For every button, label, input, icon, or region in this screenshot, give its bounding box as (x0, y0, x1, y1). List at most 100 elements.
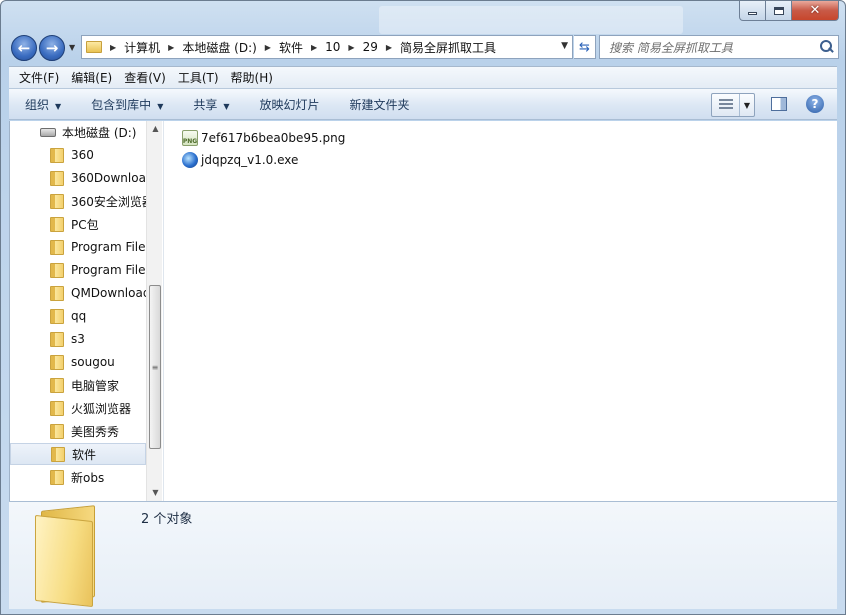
chevron-right-icon[interactable]: ▶ (110, 43, 116, 52)
breadcrumb-software[interactable]: 软件 (279, 39, 303, 56)
address-dropdown-icon[interactable]: ▼ (561, 41, 568, 51)
tree-item-folder[interactable]: 360 (10, 144, 146, 166)
tree-item-folder[interactable]: 360安全浏览器 (10, 190, 146, 212)
include-in-library-button[interactable]: 包含到库中 ▼ (75, 96, 177, 113)
search-input[interactable]: 搜索 简易全屏抓取工具 (609, 39, 816, 56)
menu-help[interactable]: 帮助(H) (225, 69, 279, 86)
chevron-right-icon[interactable]: ▶ (348, 43, 354, 52)
help-icon[interactable]: ? (806, 95, 824, 113)
menu-tools[interactable]: 工具(T) (172, 69, 225, 86)
breadcrumb-current[interactable]: 简易全屏抓取工具 (400, 39, 496, 56)
caption-buttons: ✕ (739, 1, 839, 21)
chevron-down-icon[interactable]: ▼ (740, 101, 754, 110)
tree-item-folder[interactable]: 360Downloads (10, 167, 146, 189)
tree-item-folder[interactable]: QMDownload (10, 282, 146, 304)
menu-view[interactable]: 查看(V) (118, 69, 172, 86)
tree-item-folder[interactable]: sougou (10, 351, 146, 373)
chevron-down-icon: ▼ (55, 101, 62, 111)
forward-arrow-icon: → (45, 39, 59, 57)
new-folder-button[interactable]: 新建文件夹 (334, 96, 424, 113)
tree-item-label: QMDownload (71, 286, 146, 300)
png-file-icon: PNG (182, 130, 198, 146)
tree-item-label: sougou (71, 355, 115, 369)
close-icon: ✕ (809, 3, 821, 18)
forward-button[interactable]: → (39, 35, 65, 61)
scroll-down-icon[interactable]: ▼ (147, 485, 162, 501)
tree-item-folder[interactable]: qq (10, 305, 146, 327)
chevron-right-icon[interactable]: ▶ (386, 43, 392, 52)
tree-item-label: 电脑管家 (71, 378, 120, 393)
menu-edit[interactable]: 编辑(E) (65, 69, 118, 86)
tree-item-folder[interactable]: Program Files (10, 259, 146, 281)
tree-item-folder[interactable]: s3 (10, 328, 146, 350)
large-folder-icon (35, 505, 99, 608)
folder-icon (50, 469, 64, 485)
chevron-down-icon: ▼ (157, 101, 164, 111)
folder-icon (50, 262, 64, 278)
tree-item-folder[interactable]: 电脑管家 (10, 374, 146, 396)
file-name: jdqpzq_v1.0.exe (201, 153, 299, 167)
minimize-button[interactable] (739, 1, 766, 21)
folder-icon (86, 41, 102, 53)
menu-file[interactable]: 文件(F) (13, 69, 65, 86)
tree-item-folder[interactable]: 美图秀秀 (10, 420, 146, 442)
back-arrow-icon: ← (17, 39, 31, 57)
folder-icon (50, 216, 64, 232)
maximize-button[interactable] (766, 1, 792, 21)
search-box[interactable]: 搜索 简易全屏抓取工具 (599, 35, 839, 59)
details-view-icon[interactable] (712, 94, 740, 116)
breadcrumb-10[interactable]: 10 (325, 40, 340, 54)
refresh-button[interactable]: ⇆ (574, 35, 596, 59)
tree-item-folder[interactable]: PC包 (10, 213, 146, 235)
address-bar[interactable]: ▶ 计算机 ▶ 本地磁盘 (D:) ▶ 软件 ▶ 10 ▶ 29 ▶ 简易全屏抓… (81, 35, 573, 59)
file-item-exe[interactable]: jdqpzq_v1.0.exe (182, 149, 345, 171)
explorer-window: ✕ ← → ▼ ▶ 计算机 ▶ 本地磁盘 (D:) ▶ 软件 ▶ 10 ▶ 29… (0, 0, 846, 615)
file-list: PNG 7ef617b6bea0be95.png jdqpzq_v1.0.exe (182, 127, 345, 171)
folder-icon (50, 193, 64, 209)
share-button[interactable]: 共享 ▼ (177, 96, 243, 113)
folder-icon (50, 308, 64, 324)
tree-item-label: Program Files (71, 263, 146, 277)
maximize-icon (773, 6, 784, 15)
breadcrumb-computer[interactable]: 计算机 (124, 39, 160, 56)
navigation-pane: 本地磁盘 (D:) 360 360Downloads 360安全浏览器 PC包 … (10, 121, 162, 501)
scrollbar-thumb[interactable]: ≡ (149, 285, 161, 449)
title-area (379, 6, 683, 34)
include-in-library-label: 包含到库中 (91, 97, 152, 112)
recent-pages-dropdown[interactable]: ▼ (69, 43, 77, 52)
preview-pane-icon[interactable] (771, 97, 787, 111)
chevron-right-icon[interactable]: ▶ (311, 43, 317, 52)
folder-icon (50, 354, 64, 370)
chevron-right-icon[interactable]: ▶ (265, 43, 271, 52)
scroll-up-icon[interactable]: ▲ (147, 121, 162, 137)
close-button[interactable]: ✕ (792, 1, 839, 21)
tree-item-drive[interactable]: 本地磁盘 (D:) (10, 121, 146, 143)
hard-drive-icon (40, 127, 56, 137)
search-icon[interactable] (816, 36, 838, 58)
change-view-button[interactable]: ▼ (711, 93, 755, 117)
navpane-scrollbar[interactable]: ▲ ≡ ▼ (146, 121, 162, 501)
tree-item-label: PC包 (71, 217, 99, 232)
command-bar: 组织 ▼ 包含到库中 ▼ 共享 ▼ 放映幻灯片 新建文件夹 ▼ ? (9, 88, 837, 120)
tree-item-label: 火狐浏览器 (71, 401, 132, 416)
pane-divider[interactable] (163, 121, 164, 501)
file-item-png[interactable]: PNG 7ef617b6bea0be95.png (182, 127, 345, 149)
back-button[interactable]: ← (11, 35, 37, 61)
tree-item-label: qq (71, 309, 87, 323)
refresh-icon: ⇆ (579, 39, 590, 55)
breadcrumb-29[interactable]: 29 (363, 40, 378, 54)
folder-icon (50, 331, 64, 347)
organize-button[interactable]: 组织 ▼ (9, 96, 75, 113)
item-count: 2 个对象 (141, 512, 193, 527)
chevron-right-icon[interactable]: ▶ (168, 43, 174, 52)
folder-icon (50, 423, 64, 439)
tree-item-folder[interactable]: Program Files (10, 236, 146, 258)
slideshow-button[interactable]: 放映幻灯片 (244, 96, 334, 113)
tree-item-folder[interactable]: 火狐浏览器 (10, 397, 146, 419)
tree-item-folder-selected[interactable]: 软件 (10, 443, 146, 465)
tree-item-label: 360 (71, 148, 94, 162)
breadcrumb-drive[interactable]: 本地磁盘 (D:) (182, 39, 256, 56)
minimize-icon (748, 12, 757, 15)
exe-file-icon (182, 152, 198, 168)
tree-item-folder[interactable]: 新obs (10, 466, 146, 488)
